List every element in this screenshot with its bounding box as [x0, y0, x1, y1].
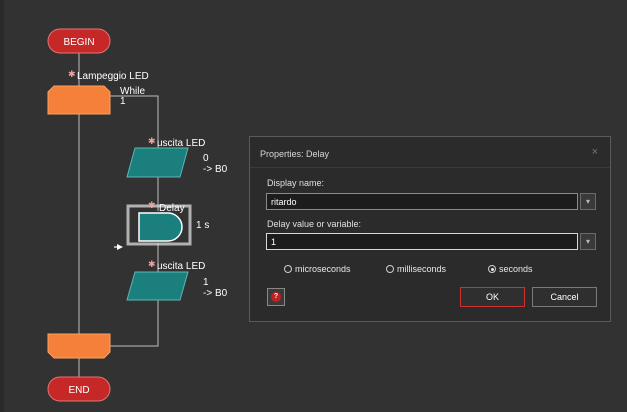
display-name-label: Display name: — [267, 178, 325, 188]
help-button[interactable]: ? — [267, 288, 285, 306]
output2-value: 1 — [203, 277, 209, 288]
radio-seconds-label: seconds — [499, 264, 533, 274]
radio-milliseconds-label: milliseconds — [397, 264, 447, 274]
radio-microseconds[interactable]: microseconds — [284, 264, 351, 274]
delay-value-input[interactable] — [266, 233, 578, 250]
title-separator — [250, 167, 610, 168]
output1-target: -> B0 — [203, 164, 228, 175]
end-terminal[interactable]: END — [47, 376, 111, 402]
dialog-title: Properties: Delay — [260, 149, 330, 159]
begin-terminal[interactable]: BEGIN — [47, 28, 111, 54]
while-loop-top[interactable] — [47, 85, 111, 115]
chevron-down-icon[interactable]: ▾ — [580, 233, 596, 250]
display-name-input[interactable] — [266, 193, 578, 210]
cancel-button[interactable]: Cancel — [532, 287, 597, 307]
close-icon[interactable]: × — [592, 146, 598, 158]
delay-value-field-label: Delay value or variable: — [267, 219, 362, 229]
output2-name: uscita LED — [157, 261, 206, 272]
end-label: END — [68, 385, 89, 396]
while-loop-bottom[interactable] — [47, 333, 111, 359]
chevron-down-icon[interactable]: ▾ — [580, 193, 596, 210]
star-icon: ✱ — [148, 259, 156, 269]
output-block-2[interactable] — [126, 271, 189, 301]
output1-value: 0 — [203, 153, 209, 164]
star-icon: ✱ — [148, 200, 156, 210]
help-icon: ? — [271, 292, 281, 302]
ok-button[interactable]: OK — [460, 287, 525, 307]
star-icon: ✱ — [148, 136, 156, 146]
radio-indicator — [488, 265, 496, 273]
radio-indicator — [386, 265, 394, 273]
delay-name: Delay — [159, 203, 185, 214]
radio-indicator — [284, 265, 292, 273]
begin-label: BEGIN — [63, 37, 94, 48]
radio-milliseconds[interactable]: milliseconds — [386, 264, 446, 274]
radio-microseconds-label: microseconds — [295, 264, 351, 274]
star-icon: ✱ — [68, 69, 76, 79]
output-block-1[interactable] — [126, 147, 189, 178]
while-name: Lampeggio LED — [77, 71, 149, 82]
output2-target: -> B0 — [203, 288, 228, 299]
delay-value-label: 1 s — [196, 220, 210, 231]
output1-name: uscita LED — [157, 138, 206, 149]
connector-loop-bottom — [108, 300, 159, 347]
radio-seconds[interactable]: seconds — [488, 264, 533, 274]
while-condition: 1 — [120, 96, 126, 107]
